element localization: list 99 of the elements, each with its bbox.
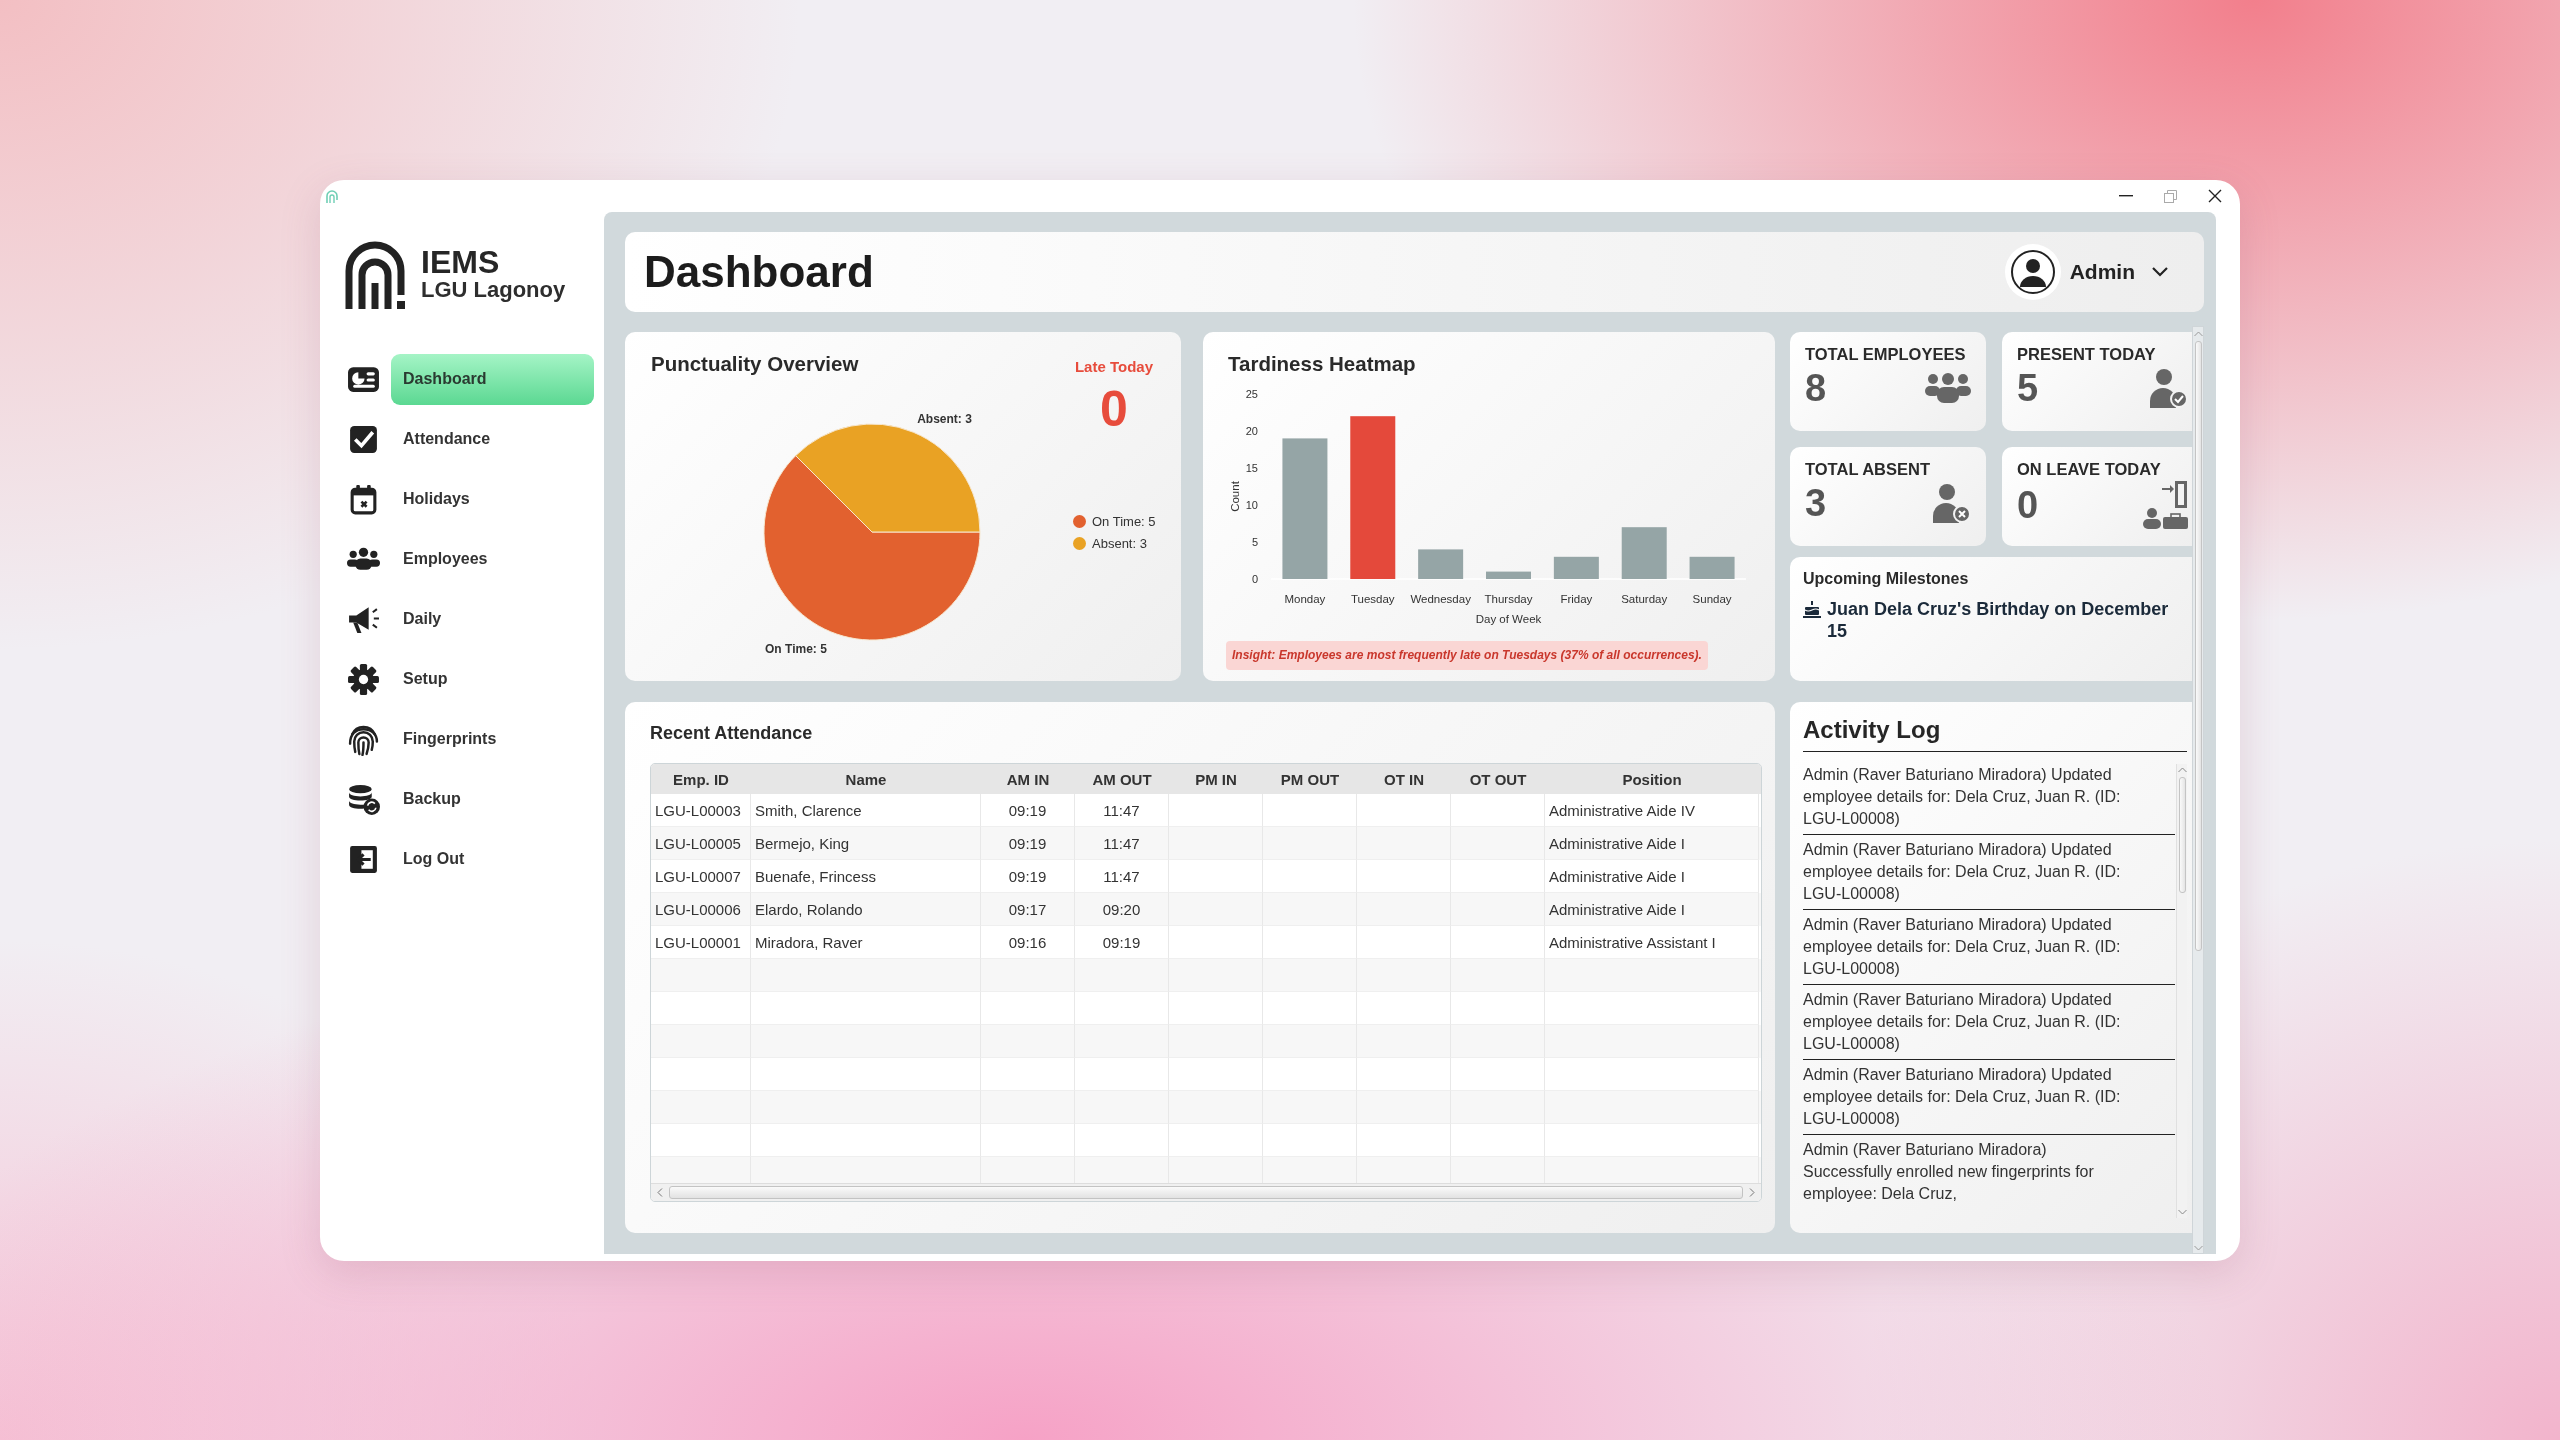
- x-tick-label: Tuesday: [1350, 593, 1395, 605]
- scroll-up-icon[interactable]: [2193, 331, 2203, 337]
- nav-item[interactable]: Fingerprints: [391, 713, 594, 765]
- insight-message: Insight: Employees are most frequently late on Tuesdays (37% of all occurrences).: [1226, 641, 1708, 670]
- nav-item[interactable]: Employees: [391, 533, 594, 585]
- column-header[interactable]: Emp. ID: [651, 764, 751, 794]
- table-cell: 11:47: [1075, 827, 1169, 860]
- table-cell: LGU-L00006: [651, 893, 751, 926]
- page-title: Dashboard: [644, 247, 874, 297]
- user-door-icon: [2142, 481, 2188, 529]
- slice-label: Absent: 3: [917, 412, 972, 426]
- log-entry: Admin (Raver Baturiano Miradora) Updated employee details for: Dela Cruz, Juan R. (ID: LGU-L00008): [1803, 765, 2122, 829]
- brand-title: IEMS: [421, 246, 501, 278]
- table-cell: LGU-L00005: [651, 827, 751, 860]
- stat-label: ON LEAVE TODAY: [2017, 459, 2162, 479]
- stat-label: TOTAL ABSENT: [1805, 459, 1931, 479]
- table-cell: 09:19: [981, 827, 1075, 860]
- column-header[interactable]: PM OUT: [1263, 764, 1357, 794]
- chevron-down-icon: [2152, 267, 2168, 277]
- column-header[interactable]: OT OUT: [1451, 764, 1545, 794]
- scroll-down-icon[interactable]: [2193, 1245, 2203, 1251]
- card-title: Tardiness Heatmap: [1228, 351, 1417, 377]
- database-icon[interactable]: [347, 782, 380, 816]
- milestone-text: Juan Dela Cruz's Birthday on December 15: [1827, 598, 2170, 642]
- stat-label: TOTAL EMPLOYEES: [1805, 344, 1967, 364]
- nav-item[interactable]: Daily: [391, 593, 594, 645]
- table-cell: Administrative Aide I: [1545, 893, 1759, 926]
- user-x-icon: [1932, 483, 1971, 523]
- user-menu-button[interactable]: Admin: [2069, 260, 2168, 284]
- minimize-icon[interactable]: [2119, 195, 2133, 197]
- cake-icon: [1803, 600, 1821, 618]
- avatar-icon: [2004, 244, 2061, 300]
- log-entry: Admin (Raver Baturiano Miradora) Updated employee details for: Dela Cruz, Juan R. (ID: LGU-L00008): [1803, 1065, 2122, 1129]
- column-header[interactable]: AM OUT: [1075, 764, 1169, 794]
- log-entry: Admin (Raver Baturiano Miradora) Successfully enrolled new fingerprints for employee: Dela Cruz,: [1803, 1140, 2095, 1204]
- close-icon[interactable]: [2208, 189, 2222, 203]
- app-logo-icon: [326, 189, 338, 203]
- x-tick-label: Thursday: [1484, 593, 1533, 605]
- late-today-label: Late Today: [1074, 358, 1154, 376]
- stat-value: 8: [1805, 366, 1827, 410]
- late-today-value: 0: [1100, 382, 1128, 436]
- y-tick-label: 5: [1251, 536, 1258, 548]
- stat-value: 5: [2017, 366, 2039, 410]
- nav-item[interactable]: Holidays: [391, 473, 594, 525]
- x-tick-label: Monday: [1284, 593, 1326, 605]
- scroll-thumb[interactable]: [2178, 777, 2186, 893]
- table-cell: 09:20: [1075, 893, 1169, 926]
- y-tick-label: 10: [1245, 499, 1258, 511]
- log-entry: Admin (Raver Baturiano Miradora) Updated employee details for: Dela Cruz, Juan R. (ID: LGU-L00008): [1803, 990, 2122, 1054]
- scroll-thumb[interactable]: [2194, 341, 2202, 951]
- y-tick-label: 20: [1245, 425, 1258, 437]
- column-header[interactable]: Position: [1545, 764, 1759, 794]
- nav-item[interactable]: Dashboard: [391, 353, 594, 405]
- brand-subtitle: LGU Lagonoy: [421, 278, 566, 302]
- log-entry: Admin (Raver Baturiano Miradora) Updated employee details for: Dela Cruz, Juan R. (ID: LGU-L00008): [1803, 915, 2122, 979]
- stat-label: PRESENT TODAY: [2017, 344, 2157, 364]
- logo-icon: [343, 239, 407, 309]
- table-cell: Bermejo, King: [751, 827, 981, 860]
- vertical-scrollbar[interactable]: [2192, 326, 2204, 1254]
- stat-value: 0: [2017, 483, 2039, 527]
- column-header[interactable]: AM IN: [981, 764, 1075, 794]
- nav-item[interactable]: Attendance: [391, 413, 594, 465]
- scroll-down-icon[interactable]: [2177, 1209, 2187, 1215]
- nav-item[interactable]: Log Out: [391, 833, 594, 885]
- card-title: Activity Log: [1803, 716, 2187, 752]
- x-tick-label: Wednesday: [1410, 593, 1471, 605]
- x-tick-label: Sunday: [1692, 593, 1732, 605]
- table-cell: Administrative Aide I: [1545, 827, 1759, 860]
- x-axis-title: Day of Week: [1475, 613, 1542, 625]
- y-axis-title: Count: [1229, 481, 1241, 512]
- x-tick-label: Friday: [1560, 593, 1593, 605]
- stat-value: 3: [1805, 481, 1827, 525]
- y-tick-label: 15: [1245, 462, 1258, 474]
- nav-item[interactable]: Setup: [391, 653, 594, 705]
- legend-label: Absent: 3: [1092, 536, 1147, 551]
- restore-icon[interactable]: [2164, 189, 2177, 203]
- scroll-thumb[interactable]: [669, 1186, 1743, 1199]
- x-tick-label: Saturday: [1621, 593, 1668, 605]
- table-cell: 09:17: [981, 893, 1075, 926]
- scroll-up-icon[interactable]: [2177, 767, 2187, 773]
- settings-icon[interactable]: [347, 662, 380, 696]
- log-entry: Admin (Raver Baturiano Miradora) Updated employee details for: Dela Cruz, Juan R. (ID: LGU-L00008): [1803, 840, 2122, 904]
- scroll-right-icon[interactable]: [1749, 1188, 1755, 1197]
- column-header[interactable]: OT IN: [1357, 764, 1451, 794]
- y-tick-label: 0: [1251, 573, 1258, 585]
- scroll-left-icon[interactable]: [657, 1188, 663, 1197]
- table-cell: Elardo, Rolando: [751, 893, 981, 926]
- legend-label: On Time: 5: [1092, 514, 1156, 529]
- y-tick-label: 25: [1245, 388, 1258, 400]
- card-title: Punctuality Overview: [651, 351, 860, 377]
- column-header[interactable]: Name: [751, 764, 981, 794]
- card-title: Upcoming Milestones: [1803, 569, 1970, 589]
- users-icon: [1925, 373, 1971, 403]
- slice-label: On Time: 5: [765, 642, 827, 656]
- column-header[interactable]: PM IN: [1169, 764, 1263, 794]
- user-check-icon: [2149, 368, 2188, 408]
- nav-item[interactable]: Backup: [391, 773, 594, 825]
- card-title: Recent Attendance: [650, 722, 814, 744]
- horizontal-scrollbar[interactable]: [651, 1183, 1761, 1201]
